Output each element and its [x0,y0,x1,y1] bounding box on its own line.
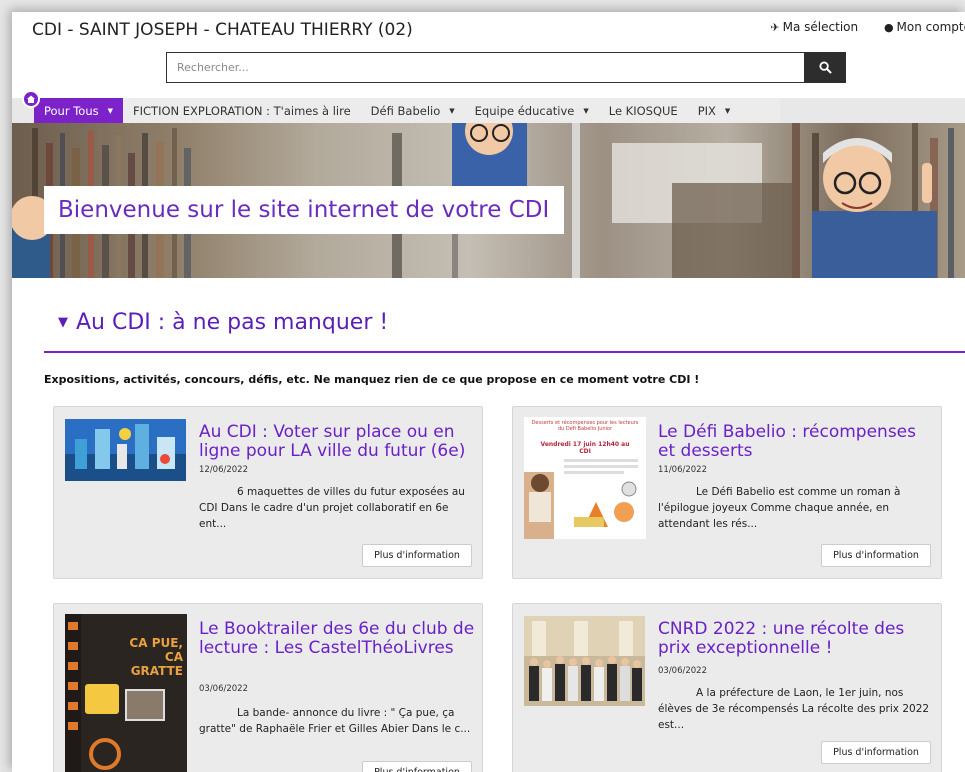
section-heading[interactable]: ▼ Au CDI : à ne pas manquer ! [58,310,388,335]
nav-item-label: Equipe éducative [474,103,575,118]
nav-item-equipe-educative[interactable]: Equipe éducative ▼ [465,98,599,123]
browser-page: CDI - SAINT JOSEPH - CHATEAU THIERRY (02… [12,12,965,772]
chevron-down-icon: ▼ [449,106,455,115]
nav-item-label: FICTION EXPLORATION : T'aimes à lire [133,103,351,118]
nav-item-le-kiosque[interactable]: Le KIOSQUE [599,98,688,123]
main-nav: Pour Tous ▼ FICTION EXPLORATION : T'aimes… [12,90,965,123]
home-icon [27,95,35,103]
card-thumbnail[interactable]: Desserts et récompenses pour les lecteur… [524,417,646,539]
section-description: Expositions, activités, concours, défis,… [44,373,700,386]
section-title-text: Au CDI : à ne pas manquer ! [76,310,389,335]
nav-item-label: Le KIOSQUE [608,103,678,118]
search-icon [818,61,832,74]
news-card: CNRD 2022 : une récolte des prix excepti… [512,603,942,772]
nav-menu: Pour Tous ▼ FICTION EXPLORATION : T'aimes… [34,98,780,123]
nav-item-label: Pour Tous [44,103,99,118]
more-info-button[interactable]: Plus d'information [821,544,931,567]
card-date: 03/06/2022 [199,684,248,694]
more-info-button[interactable]: Plus d'information [362,544,472,567]
my-account-label: Mon compte [896,20,965,34]
my-account-link[interactable]: ● Mon compte [884,20,965,34]
card-date: 12/06/2022 [199,465,248,475]
chevron-down-icon: ▼ [724,106,731,115]
search-bar: Rechercher... [166,52,846,83]
city-of-future-image [65,419,186,481]
poster-title: CA PUE, CA GRATTE [129,636,183,678]
search-input[interactable]: Rechercher... [166,52,806,83]
chevron-down-icon: ▼ [583,106,589,115]
nav-item-pour-tous[interactable]: Pour Tous ▼ [34,98,124,123]
card-excerpt: La bande- annonce du livre : " Ça pue, ç… [199,707,471,735]
card-excerpt: A la préfecture de Laon, le 1er juin, no… [658,687,930,731]
card-title[interactable]: Le Booktrailer des 6e du club de lecture… [199,620,479,658]
news-card: Desserts et récompenses pour les lecteur… [512,406,942,579]
top-links: ✈ Ma sélection ● Mon compte [748,20,965,34]
section-divider [44,351,965,353]
pin-icon: ✈ [770,21,780,34]
my-selection-link[interactable]: ✈ Ma sélection [770,20,858,34]
card-title[interactable]: Au CDI : Voter sur place ou en ligne pou… [199,423,479,461]
news-card: Au CDI : Voter sur place ou en ligne pou… [53,406,483,579]
screenshot: CDI - SAINT JOSEPH - CHATEAU THIERRY (02… [0,0,965,772]
nav-item-pix[interactable]: PIX ▼ [688,98,741,123]
poster-illustration [524,459,638,539]
home-button[interactable] [22,90,40,108]
card-thumbnail[interactable] [65,419,186,481]
card-title[interactable]: Le Défi Babelio : récompenses et dessert… [658,423,938,461]
search-button[interactable] [804,52,846,83]
card-excerpt: 6 maquettes de villes du futur exposées … [199,486,465,530]
welcome-banner: Bienvenue sur le site internet de votre … [12,123,965,278]
collapse-triangle-icon: ▼ [58,315,68,330]
card-thumbnail[interactable] [524,616,645,706]
news-card: CA PUE, CA GRATTE Le Booktrailer des 6e … [53,603,483,772]
card-excerpt: Le Défi Babelio est comme un roman à l'é… [658,486,901,530]
nav-item-label: PIX [697,103,716,118]
card-thumbnail[interactable]: CA PUE, CA GRATTE [65,614,187,772]
banner-welcome-text: Bienvenue sur le site internet de votre … [44,186,564,234]
cnrd-ceremony-photo [524,616,645,706]
user-icon: ● [883,21,894,34]
nav-item-defi-babelio[interactable]: Défi Babelio ▼ [361,98,465,123]
more-info-button[interactable]: Plus d'information [362,761,472,772]
my-selection-label: Ma sélection [782,20,859,34]
nav-item-fiction-exploration[interactable]: FICTION EXPLORATION : T'aimes à lire [123,98,361,123]
more-info-button[interactable]: Plus d'information [821,741,931,764]
site-title[interactable]: CDI - SAINT JOSEPH - CHATEAU THIERRY (02… [32,20,413,40]
chevron-down-icon: ▼ [107,106,114,115]
card-date: 03/06/2022 [658,666,707,676]
card-date: 11/06/2022 [658,465,707,475]
card-title[interactable]: CNRD 2022 : une récolte des prix excepti… [658,620,938,658]
nav-item-label: Défi Babelio [370,103,441,118]
